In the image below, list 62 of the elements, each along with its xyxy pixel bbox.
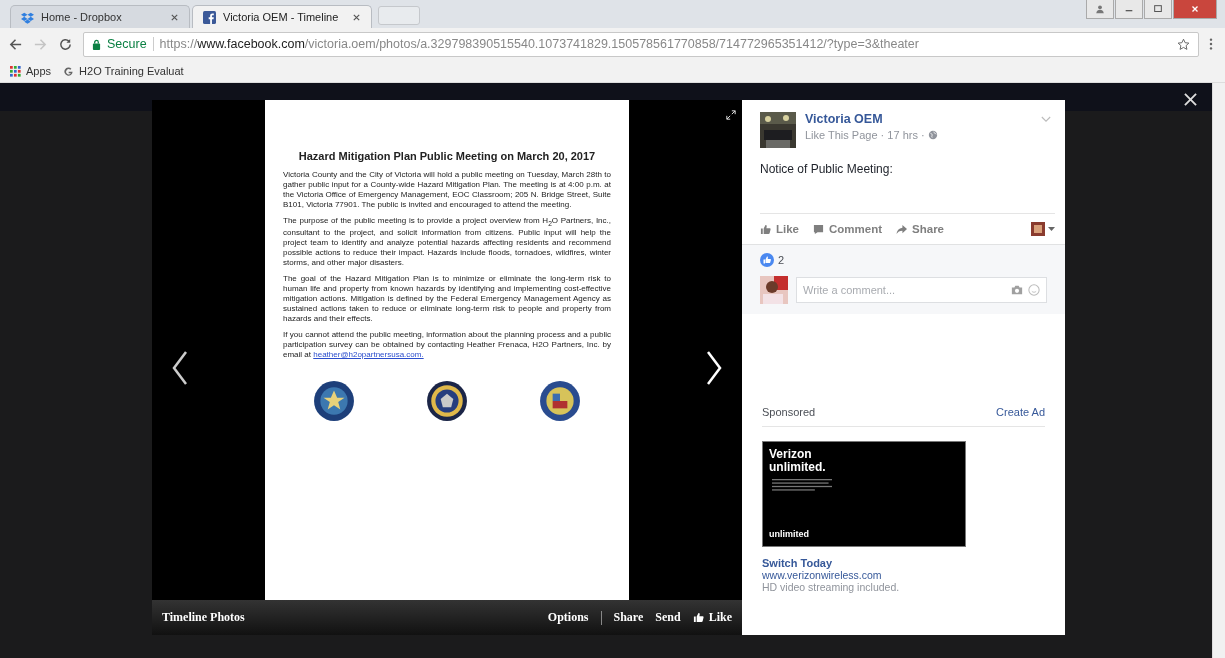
ad-description: HD video streaming included.: [762, 581, 901, 593]
document-paragraph: If you cannot attend the public meeting, information about the planning process and a public participation survey can be obtained by contacting Heather Frenaca, H2O Partners, Inc. by email at heather@h2opartnersusa.com.: [283, 329, 611, 360]
star-icon[interactable]: [1177, 37, 1190, 51]
thumbs-up-icon: [692, 612, 704, 623]
browser-tab[interactable]: Home - Dropbox: [10, 5, 190, 28]
post-action[interactable]: Share: [896, 223, 944, 235]
comment-field[interactable]: Write a comment...: [796, 277, 1047, 303]
account-selector[interactable]: [1031, 222, 1055, 236]
google-icon: [63, 65, 75, 77]
menu-icon[interactable]: [1209, 37, 1213, 51]
thumbs-up-icon: [760, 223, 771, 235]
like-badge-icon: [760, 253, 774, 267]
document-title: Hazard Mitigation Plan Public Meeting on March 20, 2017: [297, 150, 597, 162]
post-meta: Like This Page · 17 hrs ·: [805, 129, 925, 141]
reaction-count[interactable]: 2: [778, 254, 785, 266]
bookmark[interactable]: Apps: [10, 65, 52, 77]
expand-icon[interactable]: [726, 110, 736, 120]
ad-banner-title: Verizon unlimited.: [769, 448, 827, 475]
page-name-link[interactable]: Victoria OEM: [805, 112, 1032, 126]
close-icon: [1190, 4, 1200, 14]
ad-banner-footer: unlimited: [769, 529, 809, 539]
viewer-action[interactable]: Share: [613, 610, 644, 625]
url-text: https://www.facebook.com/victoria.oem/photos/a.329798390515540.1073741829.150578561770858/714772965351412/?type=3&theater: [159, 37, 920, 51]
share-arrow-icon: [896, 223, 908, 235]
caret-icon: [1048, 226, 1055, 232]
post-text: Notice of Public Meeting:: [759, 161, 894, 178]
camera-icon[interactable]: [1011, 284, 1023, 296]
bookmark[interactable]: H2O Training Evaluat: [63, 65, 184, 77]
ad-url: www.verizonwireless.com: [762, 569, 883, 581]
comment-icon: [813, 223, 824, 235]
facebook-icon: [203, 10, 216, 24]
document-paragraph: The purpose of the public meeting is to provide a project overview from H$_{2}$O Partners, Inc., consultant to the project, and solicit information from citizens. Public input will help the project team to identify and analyze potential hazards affecting residents and recommend possible actions to reduce their impact. Hazards include floods, tornadoes, wildfires, winter storms, and other major disasters.: [283, 216, 611, 268]
maximize-button[interactable]: [1144, 0, 1172, 19]
document-paragraph: The goal of the Hazard Mitigation Plan is to minimize or eliminate the long-term risk to human life and property from known hazards by identifying and implementing cost-effective mitigation actions. Mitigation is defined by the Federal Emergency Management Agency as sustained actions taken to reduce or eliminate long-term risk to people and property from hazards and their effects.: [283, 273, 611, 324]
city-seal-icon: [539, 379, 581, 422]
close-icon[interactable]: [352, 12, 361, 22]
county-seal-icon: [313, 379, 355, 422]
reload-icon[interactable]: [58, 36, 73, 52]
fine-print-drawing: [769, 479, 835, 492]
ad-headline-link[interactable]: Switch Today: [762, 557, 1045, 569]
browser-tab[interactable]: Victoria OEM - Timeline: [192, 5, 372, 28]
create-ad-link[interactable]: Create Ad: [996, 406, 1045, 418]
person-icon: [1095, 4, 1105, 14]
dropbox-icon: [21, 10, 34, 24]
document-paragraph: Victoria County and the City of Victoria will hold a public meeting on Tuesday, March 28th to gather public input for a County-wide Hazard Mitigation Plan. The meeting is at 4:00 p.m. at the Victoria Office of Emergency Management, EOC Classroom; 205 N. Bridge Street, Suite B101, Victoria 77901. The public is invited and encouraged to attend the meeting.: [283, 170, 611, 210]
viewer-action[interactable]: Send: [655, 610, 681, 625]
address-bar[interactable]: Secure https://www.facebook.com/victoria.oem/photos/a.329798390515540.1073741829.150578561770858/714772965351412/?type=3&theater: [83, 31, 1199, 57]
user-button[interactable]: [1086, 0, 1114, 19]
email-link[interactable]: heather@h2opartnersusa.com.: [313, 349, 424, 359]
viewer-action[interactable]: Options: [547, 610, 589, 625]
album-caption[interactable]: Timeline Photos: [162, 610, 245, 625]
maximize-icon: [1153, 4, 1163, 14]
homeland-security-seal-icon: [426, 379, 468, 422]
secure-label: Secure: [107, 37, 147, 51]
globe-icon: [927, 130, 938, 140]
viewer-action[interactable]: Like: [692, 610, 732, 625]
sponsored-heading: Sponsored: [762, 406, 816, 418]
apps-grid-icon: [10, 65, 21, 77]
post-action[interactable]: Like: [760, 223, 799, 235]
ad-banner[interactable]: Verizon unlimited. unlimited: [762, 441, 966, 547]
lock-icon: [92, 38, 101, 50]
post-action[interactable]: Comment: [813, 223, 883, 235]
